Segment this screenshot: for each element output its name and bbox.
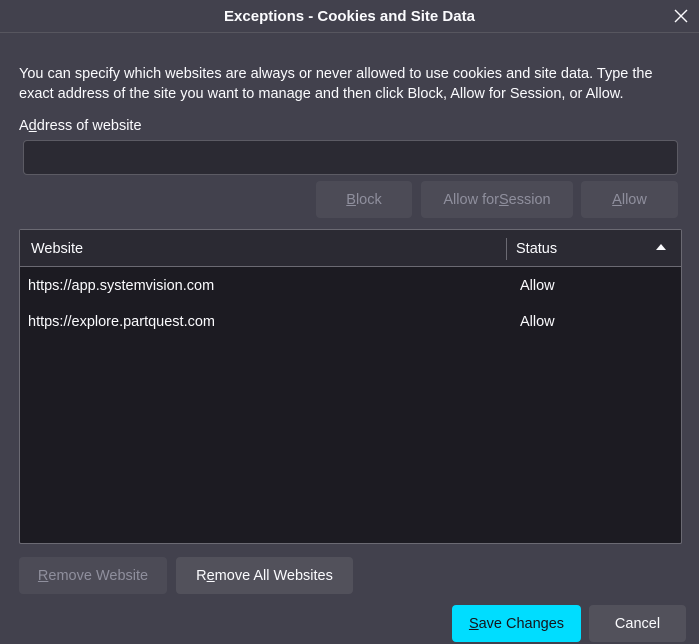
remove-website-button[interactable]: Remove Website (19, 557, 167, 594)
allow-button[interactable]: Allow (581, 181, 678, 218)
dialog-description: You can specify which websites are alway… (19, 66, 653, 102)
close-button[interactable] (669, 4, 693, 28)
block-button[interactable]: Block (316, 181, 412, 218)
websites-list[interactable]: Website Status https://app.systemvision.… (19, 229, 682, 544)
table-row[interactable]: https://explore.partquest.com Allow (20, 304, 681, 340)
column-separator[interactable] (506, 238, 507, 260)
column-header-website[interactable]: Website (31, 230, 83, 267)
address-label: Address of website (19, 118, 142, 134)
cancel-button[interactable]: Cancel (589, 605, 686, 642)
exceptions-dialog: Exceptions - Cookies and Site Data You c… (0, 0, 699, 644)
close-icon (674, 9, 688, 23)
allow-for-session-button[interactable]: Allow for Session (421, 181, 573, 218)
column-header-status[interactable]: Status (516, 230, 557, 267)
sort-ascending-icon (656, 244, 666, 250)
row-status: Allow (520, 278, 555, 294)
dialog-title: Exceptions - Cookies and Site Data (224, 7, 475, 25)
row-website: https://explore.partquest.com (28, 314, 215, 330)
list-header: Website Status (20, 230, 681, 267)
table-row[interactable]: https://app.systemvision.com Allow (20, 268, 681, 304)
remove-all-websites-button[interactable]: Re move All Websites (176, 557, 353, 594)
address-input[interactable] (23, 140, 678, 175)
row-status: Allow (520, 314, 555, 330)
row-website: https://app.systemvision.com (28, 278, 215, 294)
save-changes-button[interactable]: Save Changes (452, 605, 581, 642)
title-bar: Exceptions - Cookies and Site Data (0, 0, 699, 33)
